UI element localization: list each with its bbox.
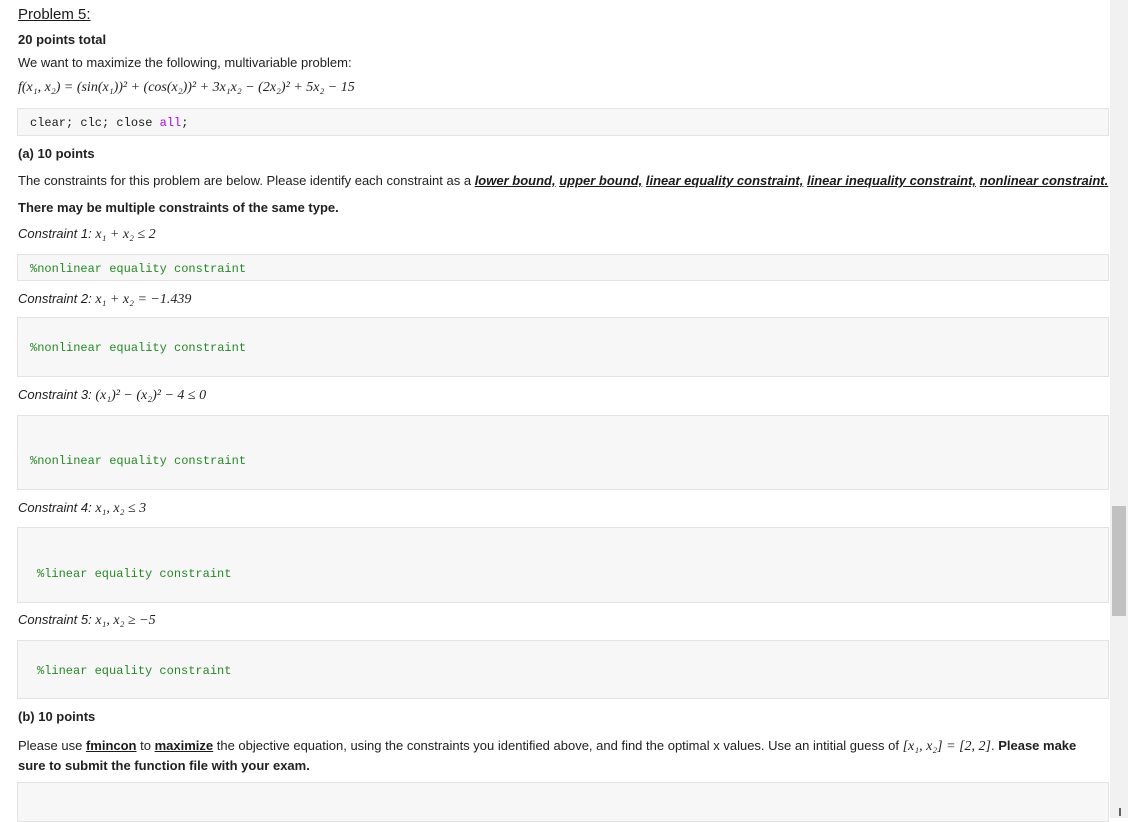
type-upper-bound: upper bound, [559,173,643,188]
constraint-2-answer: %nonlinear equality constraint [30,341,247,355]
intro-text: We want to maximize the following, multi… [18,55,352,70]
part-b-t3: the objective equation, using the constr… [213,738,903,753]
code-cell-constraint-2[interactable]: %nonlinear equality constraint [17,317,1109,377]
constraint-5-label: Constraint 5: [18,612,92,627]
notebook-document: Problem 5: 20 points total We want to ma… [0,0,1110,822]
constraint-2-expr: x₁ + x₂ = −1.439 [95,292,192,307]
code-text-2: ; [181,116,189,130]
scroll-down-arrow-icon[interactable] [1119,808,1121,816]
part-a-heading: (a) 10 points [18,146,95,161]
part-a-instructions: The constraints for this problem are bel… [18,173,1108,188]
fmincon-link: fmincon [85,738,137,753]
constraint-1: Constraint 1: x₁ + x₂ ≤ 2 [18,226,156,243]
constraint-3: Constraint 3: (x₁)² − (x₂)² − 4 ≤ 0 [18,387,206,404]
points-total: 20 points total [18,32,107,47]
code-cell-constraint-3[interactable]: %nonlinear equality constraint [17,415,1109,490]
scrollbar-thumb[interactable] [1112,506,1126,616]
initial-guess: [x₁, x₂] = [2, 2] [902,739,991,754]
constraint-4: Constraint 4: x₁, x₂ ≤ 3 [18,500,146,517]
constraint-2: Constraint 2: x₁ + x₂ = −1.439 [18,291,191,308]
vertical-scrollbar[interactable] [1110,0,1128,818]
constraint-5-expr: x₁, x₂ ≥ −5 [95,613,156,628]
constraint-1-label: Constraint 1: [18,226,92,241]
objective-equation: f(x₁, x₂) = (sin(x₁))² + (cos(x₂))² + 3x… [18,80,355,95]
problem-title: Problem 5: [18,6,91,23]
type-nonlinear: nonlinear constraint. [979,173,1109,188]
part-b-instructions: Please use fmincon to maximize the objec… [18,736,1103,775]
part-b-heading: (b) 10 points [18,709,96,724]
constraint-5: Constraint 5: x₁, x₂ ≥ −5 [18,612,156,629]
constraint-1-expr: x₁ + x₂ ≤ 2 [95,227,156,242]
part-b-t2: to [136,738,155,753]
constraint-4-answer: %linear equality constraint [37,567,232,581]
part-b-t1: Please use [18,738,86,753]
constraint-3-answer: %nonlinear equality constraint [30,454,247,468]
part-b-bold-2: submit the function file with your exam. [64,758,310,773]
constraint-2-label: Constraint 2: [18,291,92,306]
code-keyword-all: all [159,116,182,130]
constraint-3-label: Constraint 3: [18,387,92,402]
type-lower-bound: lower bound, [474,173,556,188]
code-cell-part-b[interactable] [17,782,1109,822]
constraint-3-expr: (x₁)² − (x₂)² − 4 ≤ 0 [95,388,207,403]
type-linear-inequality: linear inequality constraint, [807,173,977,188]
code-cell-constraint-1[interactable]: %nonlinear equality constraint [17,254,1109,281]
code-cell-setup[interactable]: clear; clc; close all; [17,108,1109,136]
code-cell-constraint-5[interactable]: %linear equality constraint [17,640,1109,699]
type-linear-equality: linear equality constraint, [645,173,804,188]
constraint-1-answer: %nonlinear equality constraint [30,262,247,276]
constraint-4-label: Constraint 4: [18,500,92,515]
constraint-5-answer: %linear equality constraint [37,664,232,678]
code-cell-constraint-4[interactable]: %linear equality constraint [17,527,1109,603]
maximize-text: maximize [154,738,214,753]
constraint-4-expr: x₁, x₂ ≤ 3 [95,501,147,516]
instr-prefix: The constraints for this problem are bel… [18,173,475,188]
code-text-1: clear; clc; close [30,116,160,130]
part-a-note: There may be multiple constraints of the… [18,200,339,215]
